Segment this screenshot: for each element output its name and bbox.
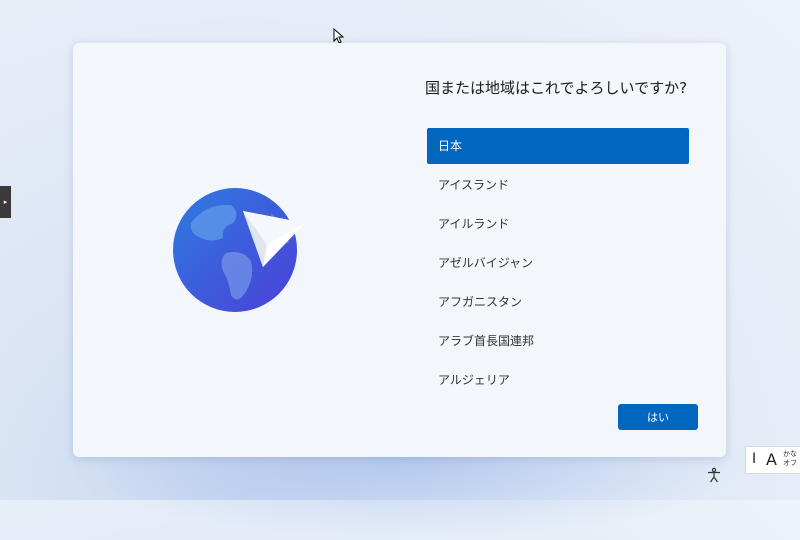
region-item-afghanistan[interactable]: アフガニスタン: [427, 284, 689, 320]
region-item-uae[interactable]: アラブ首長国連邦: [427, 323, 689, 359]
globe-icon: [173, 188, 305, 312]
region-item-azerbaijan[interactable]: アゼルバイジャン: [427, 245, 689, 281]
region-list[interactable]: 日本 アイスランド アイルランド アゼルバイジャン アフガニスタン アラブ首長国…: [427, 128, 689, 386]
ime-mode-a: A: [766, 450, 777, 469]
mouse-cursor-icon: [333, 28, 345, 44]
region-item-ireland[interactable]: アイルランド: [427, 206, 689, 242]
region-item-japan[interactable]: 日本: [427, 128, 689, 164]
region-item-algeria[interactable]: アルジェリア: [427, 362, 689, 386]
accessibility-icon[interactable]: [706, 467, 722, 483]
setup-dialog: 国または地域はこれでよろしいですか? 日本 アイスランド アイルランド アゼルバ…: [73, 43, 726, 457]
side-expand-tab[interactable]: ▸: [0, 186, 11, 218]
ime-mode-indicator[interactable]: I A かな オフ: [745, 446, 800, 474]
ime-mode-i: I: [752, 451, 757, 467]
ime-off-label: オフ: [783, 459, 797, 467]
page-title: 国または地域はこれでよろしいですか?: [425, 79, 688, 97]
region-item-iceland[interactable]: アイスランド: [427, 167, 689, 203]
ime-kana-off: かな オフ: [783, 450, 799, 468]
ime-kana-label: かな: [783, 450, 797, 458]
yes-button[interactable]: はい: [618, 404, 698, 430]
